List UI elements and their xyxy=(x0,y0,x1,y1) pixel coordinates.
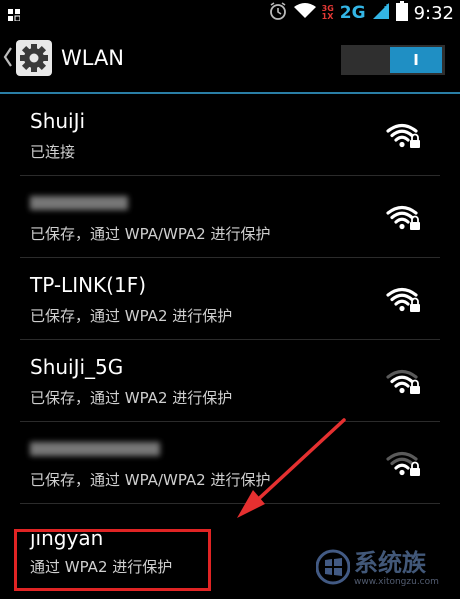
watermark-url: www.xitongzu.com xyxy=(354,577,439,587)
watermark: 系统族 www.xitongzu.com xyxy=(312,541,460,599)
windows-logo-icon xyxy=(316,549,350,585)
wifi-lock-icon xyxy=(386,122,422,150)
network-status: 已保存，通过 WPA2 进行保护 xyxy=(30,389,233,407)
chevron-left-icon[interactable] xyxy=(3,46,13,72)
network-status: 已保存，通过 WPA/WPA2 进行保护 xyxy=(30,225,271,243)
battery-icon xyxy=(395,1,408,25)
clock: 9:32 xyxy=(413,2,454,24)
wifi-status-icon xyxy=(293,3,316,23)
row-divider xyxy=(20,503,440,504)
network-name: ShuiJi_5G xyxy=(30,355,124,379)
highlight-box xyxy=(14,529,211,591)
page-title: WLAN xyxy=(61,46,125,70)
wifi-lock-icon xyxy=(386,204,422,232)
status-bar: 3G 1X 2G 9:32 xyxy=(0,0,460,26)
app-grid-icon xyxy=(8,6,21,25)
network-row[interactable]: ShuiJi 已连接 xyxy=(0,94,460,176)
network-row[interactable]: 已保存，通过 WPA/WPA2 进行保护 xyxy=(0,176,460,258)
toggle-thumb[interactable]: I xyxy=(390,47,442,73)
blurred-network-name xyxy=(30,196,128,210)
network-bottom-label: 1X xyxy=(321,12,334,21)
signal-icon xyxy=(372,2,390,24)
network-row[interactable]: 已保存，通过 WPA/WPA2 进行保护 xyxy=(0,422,460,504)
blurred-network-name xyxy=(30,442,160,456)
toggle-label: I xyxy=(413,51,419,69)
network-name: ShuiJi xyxy=(30,109,86,133)
network-row[interactable]: TP-LINK(1F) 已保存，通过 WPA2 进行保护 xyxy=(0,258,460,340)
gear-icon[interactable] xyxy=(15,39,53,77)
network-name: TP-LINK(1F) xyxy=(30,273,147,297)
wifi-lock-icon xyxy=(386,368,422,396)
network-status: 已保存，通过 WPA2 进行保护 xyxy=(30,307,233,325)
network-row[interactable]: ShuiJi_5G 已保存，通过 WPA2 进行保护 xyxy=(0,340,460,422)
wifi-lock-icon xyxy=(386,286,422,314)
alarm-icon xyxy=(268,1,288,25)
network-indicator: 3G 1X xyxy=(322,5,334,21)
network-type-label: 2G xyxy=(339,3,366,23)
watermark-text: 系统族 xyxy=(354,549,426,577)
network-status: 已连接 xyxy=(30,143,76,161)
network-status: 已保存，通过 WPA/WPA2 进行保护 xyxy=(30,471,271,489)
action-bar: WLAN I xyxy=(0,26,460,92)
wifi-lock-icon xyxy=(386,450,422,478)
wlan-toggle[interactable]: I xyxy=(341,45,445,75)
